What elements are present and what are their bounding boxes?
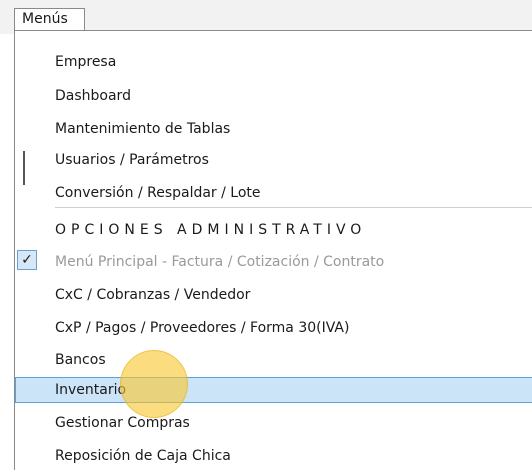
menu-title-menus[interactable]: Menús	[14, 8, 85, 30]
menus-dropdown: Empresa Dashboard Mantenimiento de Tabla…	[14, 30, 532, 470]
menu-item-conversion[interactable]: Conversión / Respaldar / Lote	[15, 180, 532, 206]
menu-item-inventario[interactable]: Inventario	[15, 377, 532, 403]
menu-item-cxp[interactable]: CxP / Pagos / Proveedores / Forma 30(IVA…	[15, 315, 532, 341]
menu-item-label: Bancos	[55, 352, 106, 368]
menu-separator	[55, 207, 532, 208]
menu-item-menu-principal[interactable]: ✓ Menú Principal - Factura / Cotización …	[15, 249, 532, 275]
menu-item-gestionar-compras[interactable]: Gestionar Compras	[15, 410, 532, 436]
menu-bar: Menús	[0, 0, 532, 34]
menu-item-label: CxP / Pagos / Proveedores / Forma 30(IVA…	[55, 320, 350, 336]
menu-header-label: OPCIONES ADMINISTRATIVO	[55, 222, 367, 238]
menu-item-cxc[interactable]: CxC / Cobranzas / Vendedor	[15, 282, 532, 308]
check-icon: ✓	[17, 250, 37, 270]
menu-item-label: Menú Principal - Factura / Cotización / …	[55, 254, 385, 270]
menu-item-empresa[interactable]: Empresa	[15, 49, 532, 75]
cursor-highlight	[120, 350, 188, 418]
menu-item-label: Conversión / Respaldar / Lote	[55, 185, 261, 201]
menu-item-label: Empresa	[55, 54, 117, 70]
menu-item-usuarios[interactable]: Usuarios / Parámetros	[15, 147, 532, 173]
menu-header-administrativo: OPCIONES ADMINISTRATIVO	[15, 217, 532, 243]
menu-item-label: Mantenimiento de Tablas	[55, 121, 231, 137]
menu-item-label: Inventario	[55, 382, 127, 398]
menu-item-bancos[interactable]: Bancos	[15, 347, 532, 373]
menu-item-label: Usuarios / Parámetros	[55, 152, 209, 168]
menu-item-label: Dashboard	[55, 88, 131, 104]
menu-item-dashboard[interactable]: Dashboard	[15, 83, 532, 109]
menu-item-mantenimiento[interactable]: Mantenimiento de Tablas	[15, 116, 532, 142]
menu-item-label: Gestionar Compras	[55, 415, 190, 431]
menu-item-reposicion[interactable]: Reposición de Caja Chica	[15, 443, 532, 469]
menu-item-label: CxC / Cobranzas / Vendedor	[55, 287, 251, 303]
menu-item-label: Reposición de Caja Chica	[55, 448, 231, 464]
menu-title-label: Menús	[22, 11, 68, 27]
